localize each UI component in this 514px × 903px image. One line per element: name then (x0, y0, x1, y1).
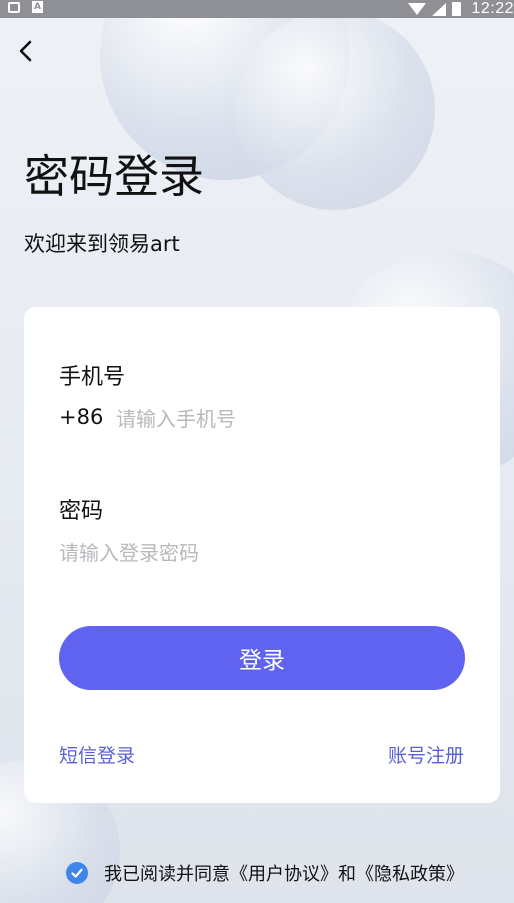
login-card: 手机号 +86 密码 登录 短信登录 账号注册 (24, 307, 500, 803)
grid-icon (8, 1, 20, 13)
sms-login-link[interactable]: 短信登录 (59, 741, 135, 768)
password-input[interactable] (59, 537, 459, 569)
password-label: 密码 (59, 499, 104, 524)
back-button[interactable] (14, 38, 38, 64)
agreement-text[interactable]: 我已阅读并同意《用户协议》和《隐私政策》 (104, 860, 464, 886)
welcome-subtitle: 欢迎来到领易art (24, 232, 180, 256)
login-button[interactable]: 登录 (59, 626, 465, 690)
a-badge-icon: A (32, 1, 43, 13)
register-link[interactable]: 账号注册 (388, 741, 464, 768)
decor-bubble (235, 10, 435, 210)
status-time: 12:22 (471, 0, 514, 17)
page-title: 密码登录 (24, 150, 205, 203)
agreement-row: 我已阅读并同意《用户协议》和《隐私政策》 (66, 860, 464, 886)
phone-input[interactable] (116, 403, 456, 435)
battery-icon (452, 2, 462, 16)
phone-label: 手机号 (59, 365, 126, 390)
agreement-checkbox[interactable] (66, 862, 88, 884)
chevron-left-icon (19, 40, 32, 62)
checkmark-icon (71, 868, 83, 878)
wifi-icon (408, 3, 427, 15)
signal-icon (432, 2, 447, 16)
status-bar: A 12:22 (0, 0, 514, 18)
country-code[interactable]: +86 (59, 405, 103, 429)
